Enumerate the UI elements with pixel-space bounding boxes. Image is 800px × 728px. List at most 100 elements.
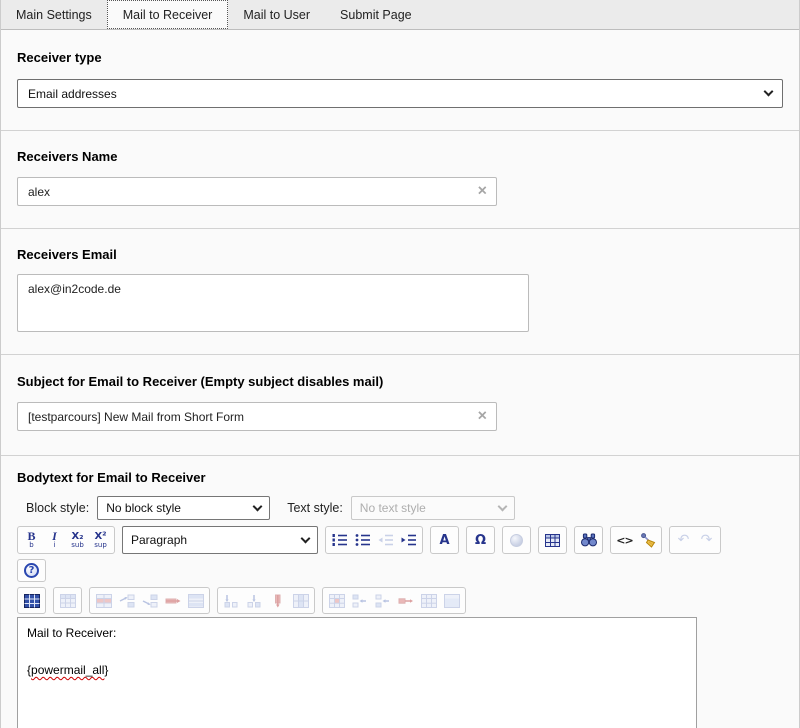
- rte-toolbar-row-2: [17, 587, 783, 614]
- tab-mail-to-receiver[interactable]: Mail to Receiver: [107, 0, 229, 29]
- section-subject: Subject for Email to Receiver (Empty sub…: [1, 355, 799, 456]
- redo-button: ↷: [695, 528, 718, 552]
- receivers-name-label: Receivers Name: [17, 149, 783, 164]
- italic-button[interactable]: I i: [43, 528, 66, 552]
- delete-cell-icon: [398, 594, 414, 608]
- source-view-button[interactable]: <>: [613, 528, 636, 552]
- insert-cell-after-button: [371, 589, 394, 612]
- outdent-button: [374, 528, 397, 552]
- unordered-list-button[interactable]: [351, 528, 374, 552]
- row-operations-group: [89, 587, 210, 614]
- insert-row-after-button: [138, 589, 161, 612]
- editor-line-2: {powermail_all}: [27, 661, 687, 680]
- tab-mail-to-user[interactable]: Mail to User: [228, 0, 325, 29]
- italic-icon-sub: i: [54, 542, 56, 549]
- text-style-value: No text style: [360, 501, 426, 515]
- text-color-group: A: [430, 526, 459, 554]
- bold-button[interactable]: B b: [20, 528, 43, 552]
- superscript-button[interactable]: X² sup: [89, 528, 112, 552]
- indent-button[interactable]: [397, 528, 420, 552]
- ordered-list-icon: [332, 533, 348, 547]
- block-style-label: Block style:: [26, 501, 89, 515]
- delete-column-icon: [270, 594, 286, 608]
- cell-properties-button: [325, 589, 348, 612]
- bodytext-label: Bodytext for Email to Receiver: [17, 470, 783, 485]
- unordered-list-icon: [355, 533, 371, 547]
- format-group: B b I i X₂ sub X² sup: [17, 526, 115, 554]
- chevron-down-icon: [764, 87, 774, 97]
- split-cell-icon: [444, 594, 460, 608]
- subject-value: [testparcours] New Mail from Short Form: [28, 410, 244, 424]
- table-properties-group: [53, 587, 82, 614]
- help-button[interactable]: ?: [20, 561, 43, 580]
- chevron-down-icon: [301, 533, 311, 543]
- clear-icon[interactable]: ×: [478, 408, 487, 424]
- section-receiver-type: Receiver type Email addresses: [1, 30, 799, 131]
- insert-column-after-icon: [247, 594, 263, 608]
- insert-column-before-icon: [224, 594, 240, 608]
- source-code-icon: <>: [616, 533, 632, 548]
- section-receivers-name: Receivers Name alex ×: [1, 131, 799, 229]
- rte-editor-area[interactable]: Mail to Receiver: {powermail_all}: [17, 617, 697, 728]
- table-borders-icon: [24, 594, 40, 608]
- text-color-icon: A: [439, 533, 449, 548]
- insert-table-button[interactable]: [541, 528, 564, 552]
- row-properties-button: [92, 589, 115, 612]
- subject-input[interactable]: [testparcours] New Mail from Short Form …: [17, 402, 497, 431]
- delete-row-button: [161, 589, 184, 612]
- section-receivers-email: Receivers Email alex@in2code.de: [1, 229, 799, 355]
- block-style-select[interactable]: No block style: [97, 496, 270, 520]
- split-row-button: [184, 589, 207, 612]
- subscript-icon-sub: sub: [71, 542, 84, 549]
- merge-cells-button: [417, 589, 440, 612]
- paragraph-format-select[interactable]: Paragraph: [122, 526, 318, 554]
- rte-toolbar-row-1: B b I i X₂ sub X² sup Paragraph: [17, 526, 783, 554]
- undo-redo-group: ↶ ↷: [669, 526, 721, 554]
- clean-word-button[interactable]: [636, 528, 659, 552]
- table-icon: [545, 534, 560, 547]
- special-character-group: Ω: [466, 526, 495, 554]
- subject-label: Subject for Email to Receiver (Empty sub…: [17, 374, 783, 389]
- powermail-marker: powermail_all: [31, 663, 104, 677]
- subscript-icon: X₂: [71, 532, 83, 542]
- binoculars-icon: [581, 533, 597, 547]
- clear-icon[interactable]: ×: [478, 183, 487, 199]
- text-color-button[interactable]: A: [433, 528, 456, 552]
- ordered-list-button[interactable]: [328, 528, 351, 552]
- special-character-icon: Ω: [475, 533, 486, 548]
- superscript-icon-sub: sup: [94, 542, 107, 549]
- superscript-icon: X²: [94, 532, 106, 542]
- rte-style-row: Block style: No block style Text style: …: [17, 496, 783, 520]
- table-properties-icon: [60, 594, 76, 608]
- split-row-icon: [188, 594, 204, 608]
- chevron-down-icon: [497, 501, 507, 511]
- rte-help-row: ?: [17, 559, 783, 582]
- editor-line-blank: [27, 643, 687, 662]
- bold-icon-sub: b: [29, 542, 33, 549]
- tab-submit-page[interactable]: Submit Page: [325, 0, 427, 29]
- special-character-button[interactable]: Ω: [469, 528, 492, 552]
- toggle-borders-button[interactable]: [20, 589, 43, 612]
- insert-image-button: [505, 528, 528, 552]
- undo-button: ↶: [672, 528, 695, 552]
- receivers-email-textarea[interactable]: alex@in2code.de: [17, 274, 529, 332]
- find-replace-button[interactable]: [577, 528, 600, 552]
- cell-operations-group: [322, 587, 466, 614]
- receiver-type-select[interactable]: Email addresses: [17, 79, 783, 108]
- cell-properties-icon: [329, 594, 345, 608]
- paragraph-format-value: Paragraph: [131, 533, 187, 547]
- delete-row-icon: [165, 594, 181, 608]
- source-clean-group: <>: [610, 526, 662, 554]
- tab-main-settings[interactable]: Main Settings: [1, 0, 107, 29]
- undo-icon: ↶: [678, 533, 690, 548]
- help-group: ?: [17, 559, 46, 582]
- form-page: Main Settings Mail to Receiver Mail to U…: [0, 0, 800, 728]
- receiver-type-label: Receiver type: [17, 50, 783, 65]
- receivers-email-label: Receivers Email: [17, 247, 783, 262]
- outdent-icon: [378, 533, 394, 547]
- insert-row-before-button: [115, 589, 138, 612]
- table-group: [538, 526, 567, 554]
- redo-icon: ↷: [701, 533, 713, 548]
- subscript-button[interactable]: X₂ sub: [66, 528, 89, 552]
- receivers-name-input[interactable]: alex ×: [17, 177, 497, 206]
